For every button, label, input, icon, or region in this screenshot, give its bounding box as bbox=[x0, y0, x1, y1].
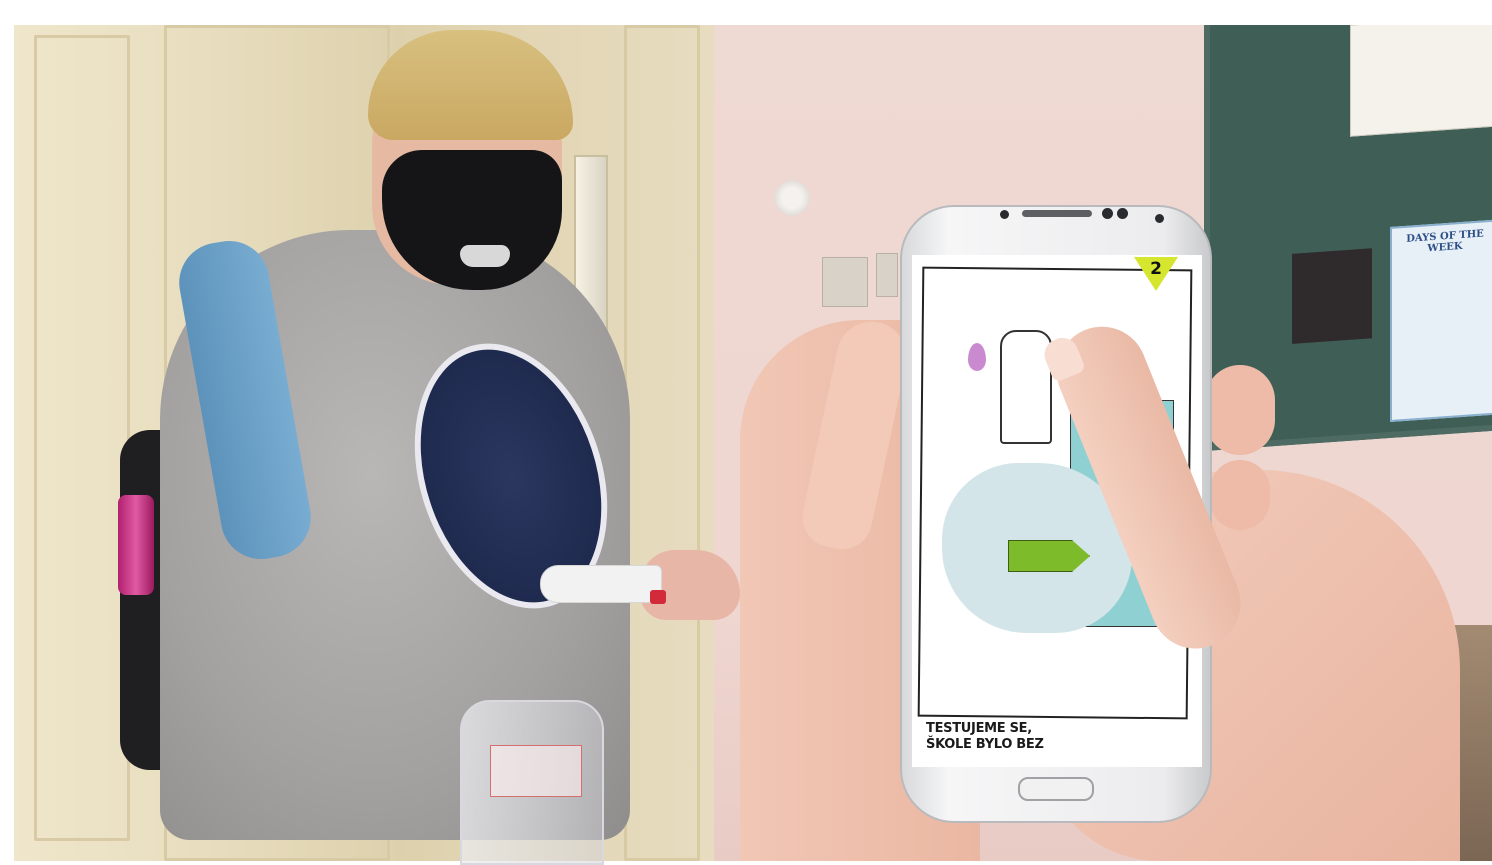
spray-bottle-label bbox=[490, 745, 582, 797]
phone-light-icon bbox=[1155, 214, 1164, 223]
step-number: 2 bbox=[1150, 259, 1162, 279]
soap-dispenser-icon bbox=[1000, 330, 1052, 444]
phone-camera-icon bbox=[1117, 208, 1128, 219]
caption-line-2: ŠKOLE BYLO BEZ bbox=[926, 737, 1044, 752]
board-notice bbox=[1350, 25, 1492, 137]
spray-trigger bbox=[540, 565, 662, 603]
pink-bottle bbox=[118, 495, 154, 595]
soap-drop-icon bbox=[968, 343, 986, 371]
phone-camera-icon bbox=[1102, 208, 1113, 219]
phone-sensor-icon bbox=[1000, 210, 1009, 219]
phone-speaker bbox=[1022, 210, 1092, 217]
door-panel bbox=[34, 35, 130, 841]
wall-switch bbox=[822, 257, 868, 307]
home-button[interactable] bbox=[1018, 777, 1094, 801]
smoke-detector bbox=[774, 180, 810, 216]
mask-mustache bbox=[460, 245, 510, 267]
comic-caption: TESTUJEME SE, ŠKOLE BYLO BEZ bbox=[926, 721, 1186, 753]
door-panel bbox=[624, 25, 700, 861]
left-finger bbox=[1205, 365, 1275, 455]
spray-nozzle bbox=[650, 590, 666, 604]
left-finger bbox=[1210, 460, 1270, 530]
wall-socket bbox=[876, 253, 898, 297]
caption-line-1: TESTUJEME SE, bbox=[926, 721, 1032, 736]
board-poster bbox=[1292, 248, 1372, 344]
board-chart: DAYS OF THE WEEK bbox=[1390, 219, 1492, 422]
